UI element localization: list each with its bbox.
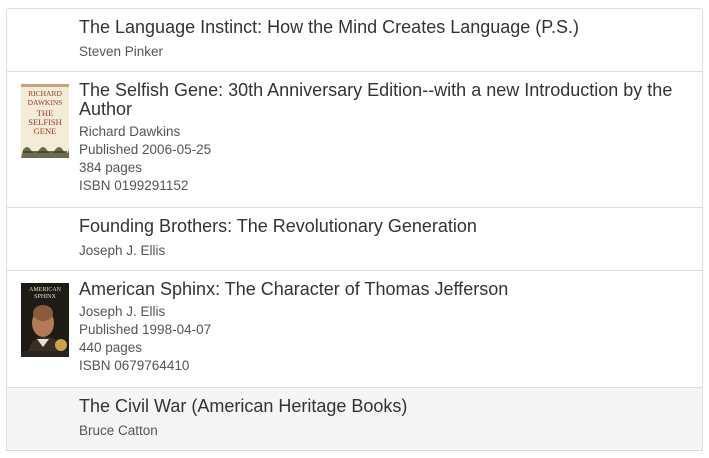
book-author: Richard Dawkins: [79, 124, 181, 139]
book-title[interactable]: American Sphinx: The Character of Thomas…: [79, 279, 688, 299]
book-cover-image: AMERICAN SPHINX: [21, 283, 69, 357]
cover-text: DAWKINS: [28, 98, 63, 107]
book-isbn: ISBN 0199291152: [79, 178, 189, 193]
book-item-language-instinct[interactable]: The Language Instinct: How the Mind Crea…: [7, 9, 702, 72]
book-list: The Language Instinct: How the Mind Crea…: [6, 8, 703, 451]
cover-text: GENE: [34, 126, 57, 136]
book-cover-image: RICHARD DAWKINS THE SELFISH GENE: [21, 84, 69, 158]
book-item-founding-brothers[interactable]: Founding Brothers: The Revolutionary Gen…: [7, 208, 702, 271]
book-isbn: ISBN 0679764410: [79, 358, 190, 373]
book-author: Joseph J. Ellis: [79, 304, 166, 319]
book-item-selfish-gene[interactable]: RICHARD DAWKINS THE SELFISH GENE The Sel…: [7, 72, 702, 208]
book-author: Steven Pinker: [79, 44, 164, 59]
book-item-american-sphinx[interactable]: AMERICAN SPHINX American Sphinx: The Cha…: [7, 271, 702, 388]
book-title[interactable]: Founding Brothers: The Revolutionary Gen…: [79, 216, 688, 236]
book-author: Joseph J. Ellis: [79, 243, 166, 258]
book-title[interactable]: The Civil War (American Heritage Books): [79, 396, 688, 416]
cover-text: RICHARD: [28, 89, 62, 98]
book-published-date: Published 2006-05-25: [79, 142, 212, 157]
book-page-count: 384 pages: [79, 160, 143, 175]
cover-text: SPHINX: [34, 294, 56, 300]
book-title[interactable]: The Language Instinct: How the Mind Crea…: [79, 17, 688, 37]
book-published-date: Published 1998-04-07: [79, 322, 212, 337]
book-page-count: 440 pages: [79, 340, 143, 355]
book-item-civil-war[interactable]: The Civil War (American Heritage Books) …: [7, 388, 702, 451]
cover-text: AMERICAN: [29, 287, 62, 293]
book-author: Bruce Catton: [79, 423, 158, 438]
book-title[interactable]: The Selfish Gene: 30th Anniversary Editi…: [79, 80, 688, 119]
